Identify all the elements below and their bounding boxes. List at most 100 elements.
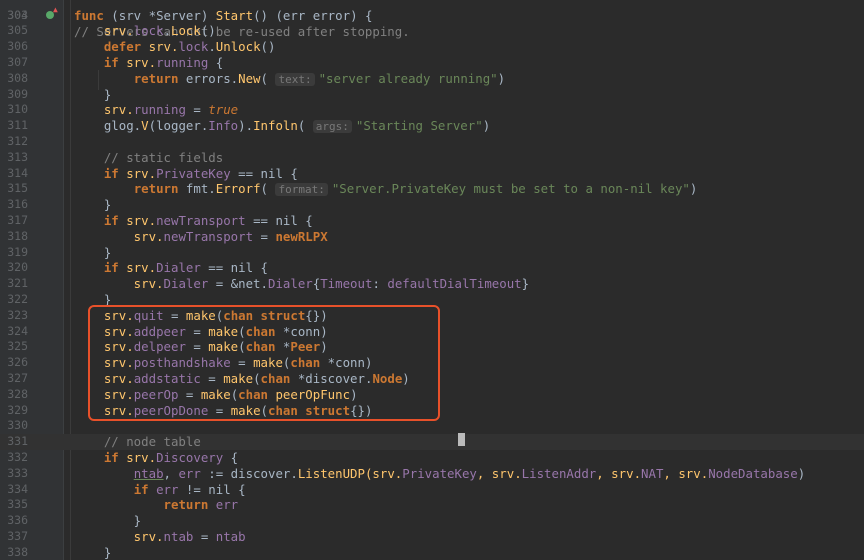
code-line[interactable]: 332 if srv.Discovery { <box>0 450 864 466</box>
code-line[interactable]: 320 if srv.Dialer == nil { <box>0 260 864 276</box>
code-line[interactable]: 331 // node table <box>0 434 864 450</box>
line-number: 314 <box>7 165 28 180</box>
code-text: if srv.newTransport == nil { <box>74 213 313 229</box>
code-text: defer srv.lock.Unlock() <box>74 39 276 55</box>
code-line[interactable]: 312 <box>0 134 864 150</box>
code-token: Server <box>156 7 201 23</box>
code-token: fmt. <box>178 181 216 197</box>
code-line[interactable]: 305 srv.lock.Lock() <box>0 23 864 39</box>
line-number: 336 <box>7 513 28 528</box>
line-number: 334 <box>7 481 28 496</box>
line-number: 328 <box>7 386 28 401</box>
code-token: running <box>156 54 209 70</box>
code-line[interactable]: 334 if err != nil { <box>0 482 864 498</box>
code-line[interactable]: 311 glog.V(logger.Info).Infoln( args: "St… <box>0 118 864 134</box>
code-line[interactable]: 310 srv.running = true <box>0 102 864 118</box>
code-line[interactable]: 338 } <box>0 545 864 560</box>
code-token: return <box>163 497 209 513</box>
code-token: defaultDialTimeout <box>387 276 522 292</box>
code-token: srv. <box>118 212 157 228</box>
code-text: return fmt.Errorf( format: "Server.Privat… <box>74 181 697 197</box>
code-token: Dialer <box>156 260 201 276</box>
code-token: , srv. <box>663 465 709 481</box>
code-token: ( <box>260 70 276 86</box>
code-token: if <box>103 165 119 181</box>
code-token: return <box>133 70 179 86</box>
line-number: 326 <box>7 355 28 370</box>
code-line[interactable]: 316 } <box>0 197 864 213</box>
code-line[interactable]: 321 srv.Dialer = &net.Dialer{Timeout: de… <box>0 276 864 292</box>
code-token: Discovery <box>156 449 224 465</box>
code-token: Errorf <box>215 181 261 197</box>
line-number: 317 <box>7 212 28 227</box>
line-number: 315 <box>7 181 28 196</box>
code-line[interactable]: 333 ntab, err := discover.ListenUDP(srv.… <box>0 466 864 482</box>
code-line[interactable]: 307 if srv.running { <box>0 55 864 71</box>
code-line[interactable]: 319 } <box>0 245 864 261</box>
code-text: return err <box>74 497 239 513</box>
code-line[interactable]: 318 srv.newTransport = newRLPX <box>0 229 864 245</box>
code-token: () <box>260 39 276 55</box>
code-text: if srv.PrivateKey == nil { <box>74 166 298 182</box>
code-token: err <box>178 465 201 481</box>
code-token: , <box>163 465 179 481</box>
line-number: 311 <box>7 118 28 133</box>
code-token: if <box>103 260 119 276</box>
code-token: == nil { <box>230 165 298 181</box>
code-token: srv. <box>141 39 179 55</box>
code-token: srv. <box>74 228 164 244</box>
code-editor[interactable]: ▲ 303 // Servers can not be re-used afte… <box>0 0 864 560</box>
code-line[interactable]: 314 if srv.PrivateKey == nil { <box>0 166 864 182</box>
code-token: = &net. <box>208 276 268 292</box>
code-token: ntab <box>163 528 194 544</box>
code-token: newRLPX <box>275 228 328 244</box>
code-token: V <box>141 118 149 134</box>
code-token: != nil { <box>178 481 246 497</box>
line-number: 337 <box>7 528 28 543</box>
code-token: srv. <box>118 54 157 70</box>
line-number: 327 <box>7 370 28 385</box>
code-token: running <box>133 102 186 118</box>
code-line[interactable]: 308 return errors.New( text: "server alre… <box>0 71 864 87</box>
line-number: 335 <box>7 497 28 512</box>
line-number: 330 <box>7 418 28 433</box>
code-token: srv. <box>74 23 134 39</box>
line-number: 325 <box>7 339 28 354</box>
code-token: srv. <box>118 260 157 276</box>
code-line[interactable]: 306 defer srv.lock.Unlock() <box>0 39 864 55</box>
code-token: . <box>163 23 171 39</box>
code-token: ntab <box>215 528 246 544</box>
highlight-annotation-box <box>88 305 440 421</box>
code-line[interactable]: 315 return fmt.Errorf( format: "Server.Pr… <box>0 181 864 197</box>
code-line[interactable]: 304 func (srv *Server) Start() (err error… <box>0 8 864 24</box>
code-token: } <box>74 86 112 102</box>
code-token: } <box>74 244 112 260</box>
code-line[interactable]: 337 srv.ntab = ntab <box>0 529 864 545</box>
code-token: ( <box>260 181 276 197</box>
code-token: New <box>238 70 261 86</box>
code-token: } <box>521 276 530 292</box>
code-token: () (err <box>253 7 313 23</box>
line-number: 322 <box>7 291 28 306</box>
line-number: 309 <box>7 86 28 101</box>
code-text: if srv.running { <box>74 55 223 71</box>
code-line[interactable]: 335 return err <box>0 497 864 513</box>
code-token: lock <box>133 23 164 39</box>
code-line[interactable]: 317 if srv.newTransport == nil { <box>0 213 864 229</box>
parameter-hint: text: <box>275 72 315 86</box>
code-line[interactable]: 309 } <box>0 87 864 103</box>
code-token: ) <box>200 7 216 23</box>
code-line[interactable]: 313 // static fields <box>0 150 864 166</box>
code-token: srv. <box>118 449 157 465</box>
code-line[interactable]: 336 } <box>0 513 864 529</box>
